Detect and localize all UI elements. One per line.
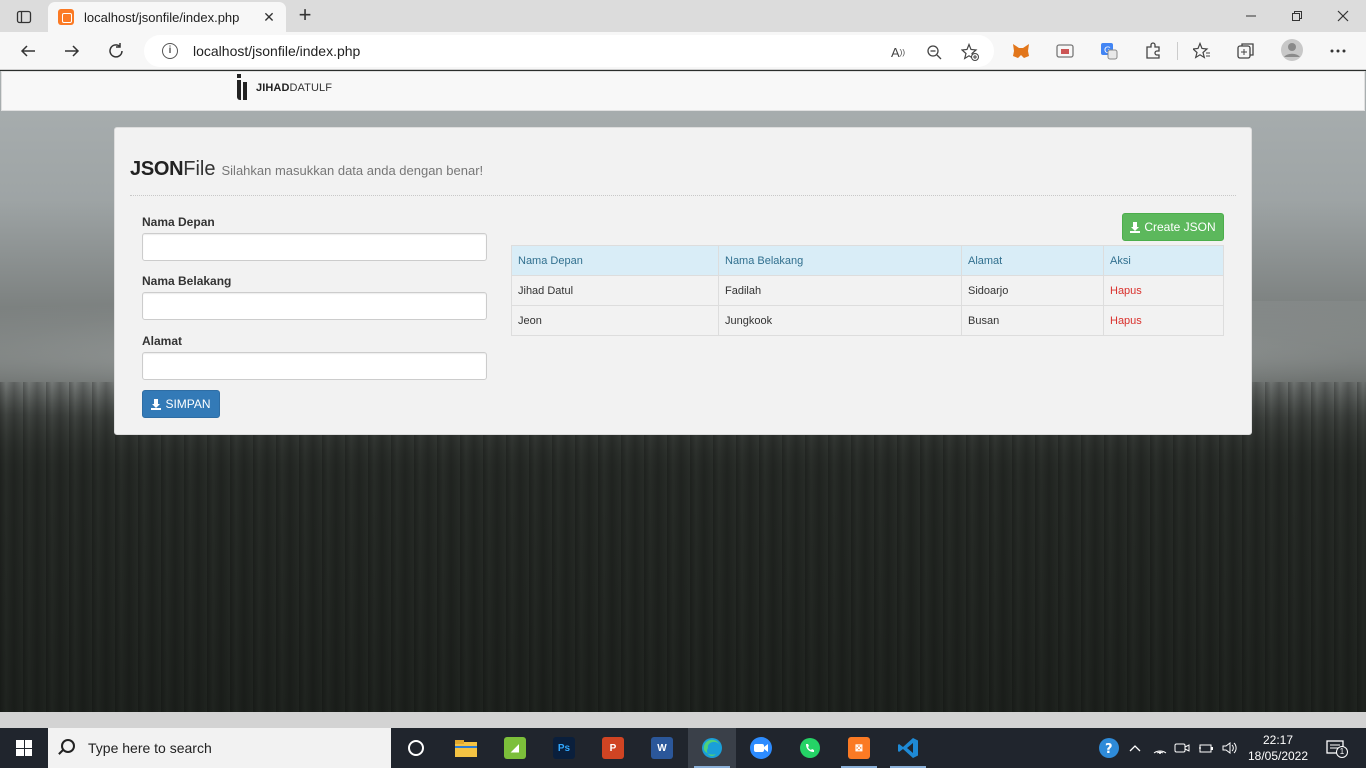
minimize-icon[interactable] — [1228, 4, 1274, 28]
alamat-label: Alamat — [142, 334, 183, 348]
toolbar-divider — [1177, 42, 1178, 60]
browser-toolbar: i localhost/jsonfile/index.php A)) G — [0, 32, 1366, 70]
nama-depan-label: Nama Depan — [142, 215, 215, 229]
taskbar-clock[interactable]: 22:17 18/05/2022 — [1243, 732, 1313, 764]
tab-close-icon[interactable]: ✕ — [260, 8, 278, 26]
cell-nama-belakang: Jungkook — [718, 305, 962, 336]
heading-divider — [130, 195, 1236, 196]
whatsapp-icon[interactable] — [786, 728, 834, 768]
brand-link[interactable]: JIHADDATULF — [236, 74, 332, 102]
simpan-button[interactable]: SIMPAN — [142, 390, 220, 418]
metamask-extension-icon[interactable] — [1011, 41, 1031, 61]
nama-belakang-label: Nama Belakang — [142, 274, 232, 288]
simpan-label: SIMPAN — [165, 397, 211, 411]
xampp-favicon-icon — [58, 9, 74, 25]
notification-count: 1 — [1336, 746, 1348, 758]
json-form-panel: JSON File Silahkan masukkan data anda de… — [114, 127, 1252, 435]
network-icon[interactable] — [1150, 738, 1170, 758]
screenshot-extension-icon[interactable] — [1055, 41, 1075, 61]
title-strong: JSON — [130, 158, 184, 180]
header-nama-belakang: Nama Belakang — [718, 245, 962, 276]
nama-depan-input[interactable] — [142, 233, 487, 261]
alamat-input[interactable] — [142, 352, 487, 380]
create-json-button[interactable]: Create JSON — [1122, 213, 1224, 241]
restore-icon[interactable] — [1274, 4, 1320, 28]
search-placeholder: Type here to search — [88, 740, 212, 756]
data-table: Nama Depan Nama Belakang Alamat Aksi Jih… — [511, 245, 1224, 336]
meet-now-icon[interactable] — [1172, 738, 1192, 758]
search-icon — [61, 739, 75, 753]
svg-text:?: ? — [1105, 742, 1113, 757]
cell-nama-belakang: Fadilah — [718, 275, 962, 306]
favorites-icon[interactable] — [1192, 41, 1212, 61]
forward-icon[interactable] — [58, 37, 86, 65]
more-icon[interactable] — [1328, 41, 1348, 61]
volume-icon[interactable] — [1220, 738, 1240, 758]
page-viewport: JIHADDATULF JSON File Silahkan masukkan … — [0, 71, 1366, 712]
cell-nama-depan: Jeon — [511, 305, 719, 336]
page-title: JSON File Silahkan masukkan data anda de… — [130, 158, 483, 181]
profile-icon[interactable] — [1280, 38, 1304, 62]
create-json-label: Create JSON — [1144, 220, 1216, 234]
header-nama-depan: Nama Depan — [511, 245, 719, 276]
info-icon[interactable]: i — [162, 43, 178, 59]
hapus-link[interactable]: Hapus — [1103, 275, 1224, 306]
header-alamat: Alamat — [961, 245, 1104, 276]
windows-start-icon[interactable] — [0, 728, 48, 768]
cell-alamat: Sidoarjo — [961, 275, 1104, 306]
back-icon[interactable] — [14, 37, 42, 65]
taskbar-search-box[interactable]: Type here to search — [48, 728, 391, 768]
download-icon — [151, 398, 162, 410]
nama-belakang-input[interactable] — [142, 292, 487, 320]
cortana-icon[interactable] — [392, 728, 440, 768]
windows-taskbar: Type here to search ◢ Ps P W ⊠ ? 22:17 1… — [0, 728, 1366, 768]
help-icon[interactable]: ? — [1098, 737, 1120, 759]
browser-tab[interactable]: localhost/jsonfile/index.php ✕ — [48, 2, 286, 32]
table-row: Jihad Datul Fadilah Sidoarjo Hapus — [511, 275, 1224, 306]
export-icon — [1130, 221, 1141, 233]
horizontal-scrollbar[interactable] — [0, 712, 1366, 728]
hapus-link[interactable]: Hapus — [1103, 305, 1224, 336]
zoom-out-icon[interactable] — [924, 42, 944, 62]
browser-tab-bar: localhost/jsonfile/index.php ✕ + — [0, 0, 1366, 32]
file-explorer-icon[interactable] — [442, 728, 490, 768]
brand-text: JIHADDATULF — [256, 82, 333, 94]
title-light: File — [183, 158, 216, 180]
tab-title: localhost/jsonfile/index.php — [84, 10, 240, 25]
battery-icon[interactable] — [1196, 738, 1216, 758]
table-row: Jeon Jungkook Busan Hapus — [511, 305, 1224, 336]
collections-icon[interactable] — [1236, 41, 1256, 61]
word-icon[interactable]: W — [638, 728, 686, 768]
read-aloud-icon[interactable]: A)) — [888, 42, 908, 62]
title-subtext: Silahkan masukkan data anda dengan benar… — [221, 163, 484, 178]
site-navbar: JIHADDATULF — [1, 71, 1365, 111]
powerpoint-icon[interactable]: P — [589, 728, 637, 768]
table-header-row: Nama Depan Nama Belakang Alamat Aksi — [511, 245, 1224, 276]
notification-center-icon[interactable]: 1 — [1324, 738, 1348, 758]
add-favorite-icon[interactable] — [960, 42, 980, 62]
translate-extension-icon[interactable]: G — [1099, 41, 1119, 61]
xampp-icon[interactable]: ⊠ — [835, 728, 883, 768]
chevron-up-icon[interactable] — [1125, 738, 1145, 758]
header-aksi: Aksi — [1103, 245, 1224, 276]
brand-logo-icon — [236, 74, 250, 102]
edge-icon[interactable] — [688, 728, 736, 768]
cell-alamat: Busan — [961, 305, 1104, 336]
close-window-icon[interactable] — [1320, 4, 1366, 28]
address-bar[interactable]: i localhost/jsonfile/index.php A)) — [144, 35, 994, 67]
zoom-icon[interactable] — [737, 728, 785, 768]
refresh-icon[interactable] — [102, 37, 130, 65]
cell-nama-depan: Jihad Datul — [511, 275, 719, 306]
clock-time: 22:17 — [1262, 733, 1294, 747]
url-text[interactable]: localhost/jsonfile/index.php — [193, 43, 360, 59]
tab-actions-icon[interactable] — [10, 6, 38, 28]
new-tab-button[interactable]: + — [294, 4, 316, 26]
inkscape-icon[interactable]: ◢ — [491, 728, 539, 768]
photoshop-icon[interactable]: Ps — [540, 728, 588, 768]
vscode-icon[interactable] — [884, 728, 932, 768]
extensions-icon[interactable] — [1143, 41, 1163, 61]
clock-date: 18/05/2022 — [1247, 749, 1309, 763]
